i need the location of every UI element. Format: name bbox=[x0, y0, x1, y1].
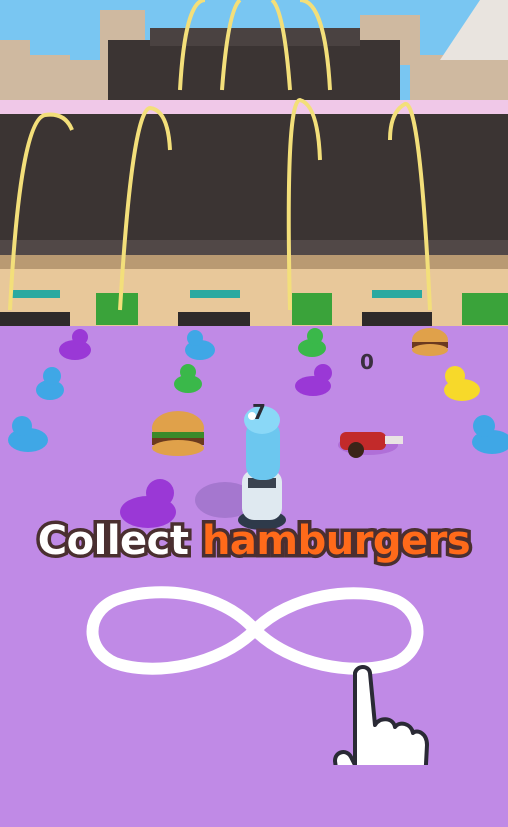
gesture-hint bbox=[86, 586, 429, 765]
infinity-swipe-icon bbox=[86, 586, 424, 675]
tutorial-headline: Collect hamburgers bbox=[0, 515, 508, 568]
enemy-score: 0 bbox=[360, 350, 374, 374]
game-scene[interactable]: 0 7 Collect hamburgers bbox=[0, 0, 508, 827]
pointing-hand-icon bbox=[333, 665, 429, 765]
player-score: 7 bbox=[252, 400, 266, 424]
tutorial-word-collect: Collect bbox=[34, 515, 192, 568]
tutorial-word-hamburgers: hamburgers bbox=[198, 515, 474, 568]
